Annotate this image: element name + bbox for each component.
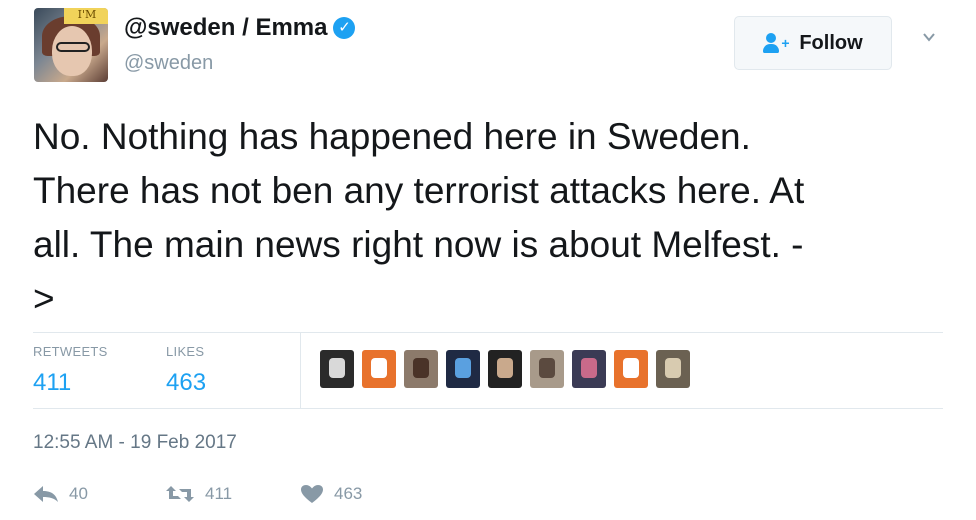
liker-avatar-2[interactable] bbox=[362, 350, 396, 388]
retweets-stat[interactable]: RETWEETS 411 bbox=[33, 344, 108, 397]
liker-avatar-3[interactable] bbox=[404, 350, 438, 388]
likes-stat[interactable]: LIKES 463 bbox=[166, 344, 206, 397]
likes-value: 463 bbox=[166, 369, 207, 396]
tweet-timestamp[interactable]: 12:55 AM - 19 Feb 2017 bbox=[33, 432, 237, 454]
avatar-badge: I'M bbox=[64, 8, 108, 24]
retweets-label: RETWEETS bbox=[33, 344, 108, 359]
chevron-down-icon[interactable] bbox=[922, 30, 936, 44]
liker-avatar-figure bbox=[539, 358, 555, 378]
liker-avatar-4[interactable] bbox=[446, 350, 480, 388]
avatar-glasses bbox=[56, 42, 90, 52]
follow-button-label: Follow bbox=[799, 31, 863, 54]
reply-count: 40 bbox=[69, 484, 88, 503]
liker-avatars bbox=[320, 350, 690, 388]
display-name-text: @sweden / Emma bbox=[124, 14, 328, 41]
liker-avatar-9[interactable] bbox=[656, 350, 690, 388]
liker-avatar-figure bbox=[623, 358, 639, 378]
retweet-icon bbox=[166, 486, 194, 502]
retweet-count: 411 bbox=[205, 484, 233, 503]
heart-icon bbox=[301, 485, 323, 503]
liker-avatar-5[interactable] bbox=[488, 350, 522, 388]
stats-separator bbox=[300, 332, 301, 408]
author-display-name[interactable]: @sweden / Emma ✓ bbox=[124, 14, 356, 42]
tweet-text: No. Nothing has happened here in Sweden.… bbox=[33, 116, 805, 319]
liker-avatar-6[interactable] bbox=[530, 350, 564, 388]
verified-badge-icon: ✓ bbox=[333, 17, 356, 39]
liker-avatar-8[interactable] bbox=[614, 350, 648, 388]
likes-label: LIKES bbox=[166, 344, 205, 359]
liker-avatar-figure bbox=[371, 358, 387, 378]
author-handle[interactable]: @sweden bbox=[124, 52, 213, 75]
retweets-value: 411 bbox=[33, 369, 72, 396]
follow-user-icon: + bbox=[763, 33, 791, 53]
liker-avatar-figure bbox=[329, 358, 345, 378]
stats-top-divider bbox=[33, 332, 943, 333]
stats-bottom-divider bbox=[33, 408, 943, 409]
liker-avatar-figure bbox=[665, 358, 681, 378]
like-action[interactable]: 463 bbox=[300, 484, 362, 504]
liker-avatar-1[interactable] bbox=[320, 350, 354, 388]
reply-action[interactable]: 40 bbox=[33, 484, 88, 504]
liker-avatar-figure bbox=[455, 358, 471, 378]
author-avatar[interactable]: I'M bbox=[34, 8, 108, 82]
retweet-action[interactable]: 411 bbox=[165, 484, 232, 504]
follow-button[interactable]: + Follow bbox=[734, 16, 892, 70]
like-count: 463 bbox=[334, 484, 363, 503]
liker-avatar-figure bbox=[497, 358, 513, 378]
liker-avatar-figure bbox=[413, 358, 429, 378]
reply-icon bbox=[34, 486, 58, 502]
tweet-card: I'M @sweden / Emma ✓ @sweden + Follow No… bbox=[0, 0, 976, 520]
liker-avatar-figure bbox=[581, 358, 597, 378]
liker-avatar-7[interactable] bbox=[572, 350, 606, 388]
